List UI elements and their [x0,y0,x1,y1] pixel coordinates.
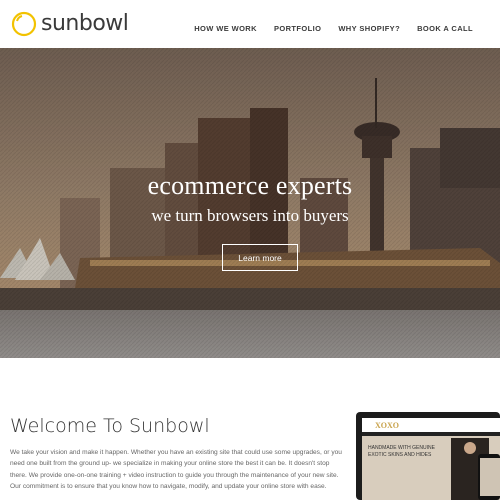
hero-title: ecommerce experts [147,171,353,200]
nav-portfolio[interactable]: PORTFOLIO [274,24,321,33]
site-header: sunbowl HOW WE WORK PORTFOLIO WHY SHOPIF… [0,0,500,48]
nav-why-shopify[interactable]: WHY SHOPIFY? [338,24,400,33]
sunbowl-logo-icon [11,11,37,37]
mockup-headline-1: HANDMADE WITH GENUINE [368,445,435,451]
hero-subtitle: we turn browsers into buyers [151,206,349,225]
mockup-brand: XOXO [375,421,399,430]
logo-text: sunbowl [41,11,129,36]
hero-skyline-image [0,48,500,358]
welcome-title: Welcome To Sunbowl [10,415,210,437]
device-mockup-image: XOXO HANDMADE WITH GENUINE EXOTIC SKINS … [356,412,500,500]
nav-book-a-call[interactable]: BOOK A CALL [417,24,473,33]
nav-how-we-work[interactable]: HOW WE WORK [194,24,257,33]
learn-more-button[interactable]: Learn more [222,244,298,271]
logo[interactable]: sunbowl [11,11,129,37]
welcome-body: We take your vision and make it happen. … [10,449,342,491]
mockup-headline-2: EXOTIC SKINS AND HIDES [368,452,432,458]
main-nav: HOW WE WORK PORTFOLIO WHY SHOPIFY? BOOK … [194,24,473,33]
hero-banner: ecommerce experts we turn browsers into … [0,48,500,358]
